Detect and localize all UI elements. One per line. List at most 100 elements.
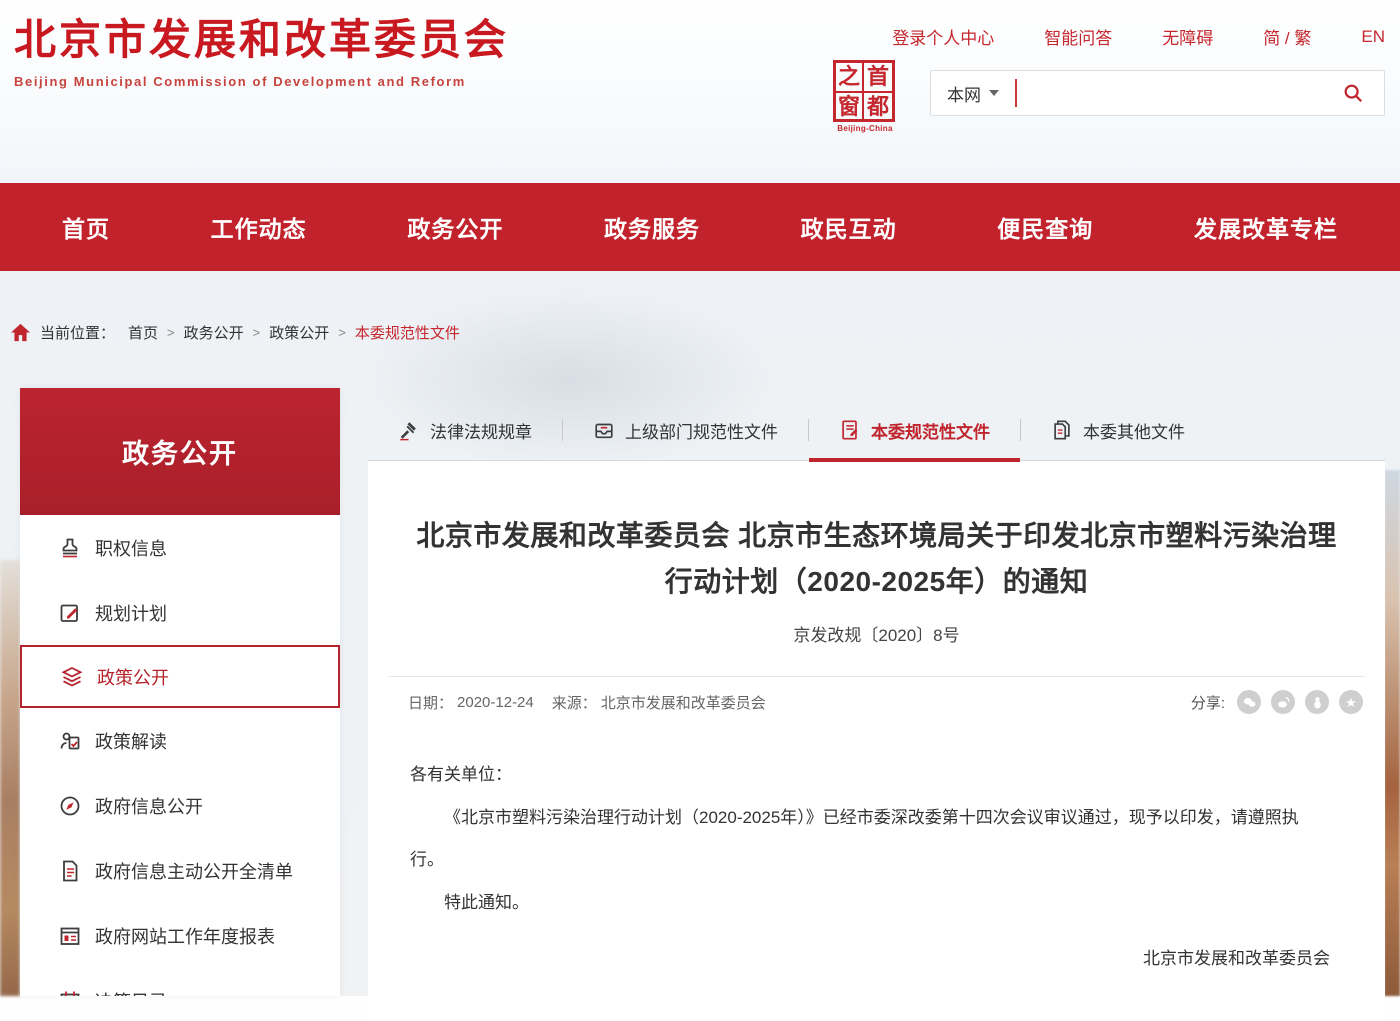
sidebar-item-gov-info-disclosure[interactable]: 政府信息公开 — [20, 773, 340, 838]
article-paragraph: 《北京市塑料污染治理行动计划（2020-2025年）》已经市委深改委第十四次会议… — [410, 797, 1330, 882]
breadcrumb-separator: > — [253, 325, 261, 340]
inbox-icon — [593, 419, 615, 441]
person-check-icon — [58, 729, 82, 753]
breadcrumb-current: 本委规范性文件 — [355, 322, 460, 343]
nav-item-gov-disclosure[interactable]: 政务公开 — [407, 210, 503, 244]
favorite-icon[interactable]: ★ — [1339, 690, 1363, 714]
seal-char: 都 — [864, 93, 892, 121]
layers-icon — [60, 665, 84, 689]
home-icon[interactable] — [10, 323, 31, 342]
background-photo-right-edge — [1384, 470, 1400, 996]
article-paragraph: 特此通知。 — [410, 882, 1330, 925]
seal-char: 窗 — [836, 93, 864, 121]
sidebar-title-text: 政务公开 — [122, 432, 238, 471]
sidebar-item-policy-disclosure[interactable]: 政策公开 — [20, 645, 340, 708]
sidebar-item-label: 政府信息主动公开全清单 — [95, 858, 293, 884]
seal-char: 之 — [836, 63, 864, 93]
share-toolbar: 分享: ★ — [1191, 690, 1363, 714]
nav-item-home[interactable]: 首页 — [62, 210, 110, 244]
simplified-traditional-link[interactable]: 简 / 繁 — [1263, 24, 1311, 49]
search-scope-dropdown[interactable]: 本网 — [947, 81, 999, 106]
date-label: 日期： — [408, 692, 453, 713]
sidebar-title: 政务公开 — [20, 388, 340, 515]
article-meta: 日期：2020-12-24 来源：北京市发展和改革委员会 分享: ★ — [368, 690, 1385, 714]
weibo-icon[interactable] — [1271, 690, 1295, 714]
english-link[interactable]: EN — [1361, 27, 1385, 47]
sidebar-item-proactive-disclosure-list[interactable]: 政府信息主动公开全清单 — [20, 838, 340, 903]
sidebar: 政务公开 职权信息 规划计划 政策公开 — [20, 388, 340, 996]
seal-char: 首 — [864, 63, 892, 93]
qq-icon[interactable] — [1305, 690, 1329, 714]
doc-copy-icon — [1051, 419, 1073, 441]
sidebar-item-label: 政府网站工作年度报表 — [95, 923, 275, 949]
site-title: 北京市发展和改革委员会 — [14, 16, 509, 64]
sidebar-item-label: 政策公开 — [97, 664, 169, 690]
tab-laws-regulations[interactable]: 法律法规规章 — [368, 400, 562, 460]
calendar-icon — [58, 989, 82, 997]
wechat-icon[interactable] — [1237, 690, 1261, 714]
sidebar-item-label: 政府信息公开 — [95, 793, 203, 819]
login-personal-center-link[interactable]: 登录个人中心 — [892, 24, 994, 49]
breadcrumb-gov-disclosure[interactable]: 政务公开 — [184, 322, 244, 343]
meta-divider — [388, 676, 1365, 677]
nav-item-convenient-inquiry[interactable]: 便民查询 — [997, 210, 1093, 244]
tab-superior-normative-docs[interactable]: 上级部门规范性文件 — [563, 400, 808, 460]
site-search: 本网 — [930, 70, 1385, 116]
sidebar-item-annual-website-report[interactable]: 政府网站工作年度报表 — [20, 903, 340, 968]
document-icon — [58, 859, 82, 883]
nav-item-work-dynamics[interactable]: 工作动态 — [211, 210, 307, 244]
breadcrumb-label: 当前位置： — [40, 322, 115, 343]
nav-item-public-interaction[interactable]: 政民互动 — [801, 210, 897, 244]
main-content: 法律法规规章 上级部门规范性文件 本委规范性文件 — [368, 400, 1385, 996]
sidebar-item-label: 规划计划 — [95, 600, 167, 626]
source-label: 来源： — [552, 692, 597, 713]
primary-nav: 首页 工作动态 政务公开 政务服务 政民互动 便民查询 发展改革专栏 — [0, 183, 1400, 271]
tab-commission-normative-docs[interactable]: 本委规范性文件 — [809, 400, 1020, 460]
smart-qa-link[interactable]: 智能问答 — [1044, 24, 1112, 49]
search-icon[interactable] — [1338, 78, 1368, 108]
breadcrumb: 当前位置： 首页 > 政务公开 > 政策公开 > 本委规范性文件 — [10, 314, 460, 350]
article-panel: 北京市发展和改革委员会 北京市生态环境局关于印发北京市塑料污染治理行动计划（20… — [368, 461, 1385, 1021]
article-meta-left: 日期：2020-12-24 来源：北京市发展和改革委员会 — [408, 692, 766, 713]
doc-edit-icon — [839, 419, 861, 441]
search-scope-value: 本网 — [947, 81, 981, 106]
article-date: 2020-12-24 — [457, 694, 534, 711]
sidebar-item-decision-directory[interactable]: 决策目录 — [20, 968, 340, 996]
sidebar-item-label: 政策解读 — [95, 728, 167, 754]
sidebar-item-authority-info[interactable]: 职权信息 — [20, 515, 340, 580]
search-input[interactable] — [1017, 73, 1338, 113]
tab-label: 法律法规规章 — [430, 418, 532, 443]
sidebar-item-label: 职权信息 — [95, 535, 167, 561]
site-logo[interactable]: 北京市发展和改革委员会 Beijing Municipal Commission… — [14, 16, 509, 89]
nav-item-reform-column[interactable]: 发展改革专栏 — [1194, 210, 1338, 244]
sidebar-item-label: 决策目录 — [95, 988, 167, 997]
site-subtitle: Beijing Municipal Commission of Developm… — [14, 74, 509, 89]
background-photo-left-edge — [0, 560, 20, 996]
article-source: 北京市发展和改革委员会 — [601, 692, 766, 713]
tab-label: 本委规范性文件 — [871, 418, 990, 443]
site-header: 北京市发展和改革委员会 Beijing Municipal Commission… — [0, 0, 1400, 183]
breadcrumb-home[interactable]: 首页 — [128, 322, 158, 343]
stamp-icon — [58, 536, 82, 560]
sidebar-item-planning[interactable]: 规划计划 — [20, 580, 340, 645]
nav-item-gov-services[interactable]: 政务服务 — [604, 210, 700, 244]
tab-label: 本委其他文件 — [1083, 418, 1185, 443]
compass-icon — [58, 794, 82, 818]
chevron-down-icon — [989, 90, 999, 96]
tab-commission-other-docs[interactable]: 本委其他文件 — [1021, 400, 1215, 460]
article-signature: 北京市发展和改革委员会 — [410, 938, 1330, 981]
document-number: 京发改规〔2020〕8号 — [368, 621, 1385, 646]
share-label: 分享: — [1191, 692, 1225, 713]
article-title: 北京市发展和改革委员会 北京市生态环境局关于印发北京市塑料污染治理行动计划（20… — [368, 461, 1385, 605]
seal-characters: 之 首 窗 都 — [833, 60, 895, 122]
breadcrumb-separator: > — [167, 325, 175, 340]
document-category-tabs: 法律法规规章 上级部门规范性文件 本委规范性文件 — [368, 400, 1385, 461]
article-body: 各有关单位： 《北京市塑料污染治理行动计划（2020-2025年）》已经市委深改… — [368, 714, 1385, 981]
utility-links: 登录个人中心 智能问答 无障碍 简 / 繁 EN — [892, 24, 1385, 49]
breadcrumb-policy-disclosure[interactable]: 政策公开 — [269, 322, 329, 343]
accessibility-link[interactable]: 无障碍 — [1162, 24, 1213, 49]
capital-window-seal-logo[interactable]: 之 首 窗 都 Beijing-China — [833, 60, 897, 133]
breadcrumb-separator: > — [338, 325, 346, 340]
report-icon — [58, 924, 82, 948]
sidebar-item-policy-interpretation[interactable]: 政策解读 — [20, 708, 340, 773]
